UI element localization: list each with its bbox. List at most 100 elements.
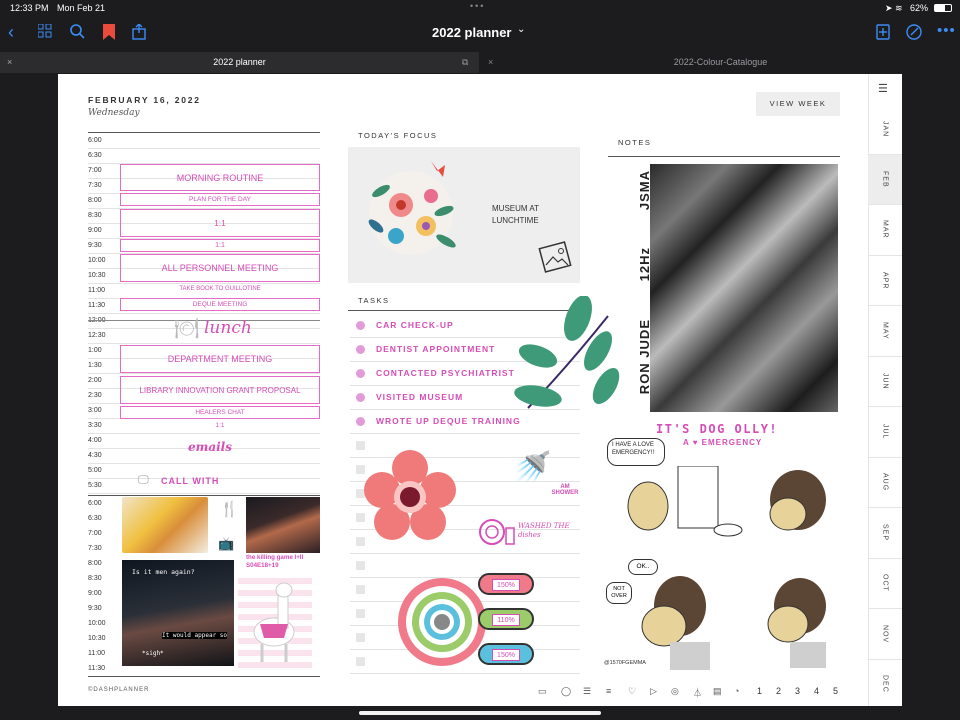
pen-edit-icon[interactable] bbox=[906, 24, 922, 44]
tab-colour-catalogue[interactable]: × 2022-Colour-Catalogue bbox=[481, 52, 960, 73]
close-tab-icon[interactable]: × bbox=[7, 52, 12, 73]
document-title[interactable]: 2022 planner bbox=[432, 25, 512, 40]
task-checkbox[interactable] bbox=[356, 585, 365, 594]
tv-show-photo bbox=[246, 497, 320, 553]
evening-time-label: 10:00 bbox=[88, 620, 106, 627]
time-label: 7:30 bbox=[88, 182, 102, 189]
page-link-5[interactable]: 5 bbox=[833, 686, 838, 696]
video-icon[interactable]: ▷ bbox=[650, 686, 657, 697]
chevron-down-icon[interactable]: ⌄ bbox=[517, 24, 525, 35]
month-tab-feb[interactable]: FEB bbox=[868, 154, 902, 205]
dishes-note: WASHED THE dishes bbox=[518, 522, 570, 540]
month-tab-jun[interactable]: JUN bbox=[868, 357, 902, 407]
event-morning-routine[interactable]: MORNING ROUTINE bbox=[120, 164, 320, 191]
close-tab-icon[interactable]: × bbox=[488, 52, 493, 73]
breakfast-photo bbox=[122, 497, 208, 553]
month-tab-oct[interactable]: OCT bbox=[868, 559, 902, 609]
event-one-on-one-3[interactable]: 1:1 bbox=[120, 422, 320, 429]
evening-time-label: 8:00 bbox=[88, 560, 102, 567]
page-link-2[interactable]: 2 bbox=[776, 686, 781, 696]
page-link-1[interactable]: 1 bbox=[757, 686, 762, 696]
tab-label: 2022 planner bbox=[213, 57, 266, 67]
slot-line bbox=[88, 148, 320, 149]
slot-line bbox=[88, 343, 320, 344]
month-tab-jul[interactable]: JUL bbox=[868, 407, 902, 458]
page-link-4[interactable]: 4 bbox=[814, 686, 819, 696]
planner-page: FEBRUARY 16, 2022 Wednesday VIEW WEEK 6:… bbox=[58, 74, 902, 706]
event-plan-day[interactable]: PLAN FOR THE DAY bbox=[120, 193, 320, 206]
calendar-icon[interactable]: ▤ bbox=[713, 686, 722, 697]
event-personnel-meeting[interactable]: ALL PERSONNEL MEETING bbox=[120, 254, 320, 282]
pink-flower-sticker bbox=[364, 450, 456, 540]
month-tab-mar[interactable]: MAR bbox=[868, 205, 902, 256]
tab-bar: × 2022 planner ⧉ × 2022-Colour-Catalogue bbox=[0, 52, 960, 73]
time-label: 8:30 bbox=[88, 212, 102, 219]
event-one-on-one[interactable]: 1:1 bbox=[120, 209, 320, 237]
event-healers-chat[interactable]: HEALERS CHAT bbox=[120, 406, 320, 419]
evening-time-label: 11:30 bbox=[88, 665, 105, 672]
time-label: 11:30 bbox=[88, 302, 105, 309]
page-link-3[interactable]: 3 bbox=[795, 686, 800, 696]
month-tab-aug[interactable]: AUG bbox=[868, 458, 902, 508]
tab-2022-planner[interactable]: × 2022 planner ⧉ bbox=[0, 52, 479, 73]
task-checkbox[interactable] bbox=[356, 561, 365, 570]
status-date: Mon Feb 21 bbox=[57, 3, 106, 13]
schedule-bottom-rule bbox=[88, 676, 320, 677]
profile-icon[interactable]: ◯ bbox=[561, 686, 571, 697]
evening-time-label: 10:30 bbox=[88, 635, 106, 642]
month-tab-may[interactable]: MAY bbox=[868, 306, 902, 357]
task-checkbox[interactable] bbox=[356, 609, 365, 618]
month-tab-nov[interactable]: NOV bbox=[868, 609, 902, 660]
search-icon[interactable] bbox=[70, 24, 85, 43]
month-tab-apr[interactable]: APR bbox=[868, 256, 902, 306]
image-sticker-icon bbox=[538, 241, 572, 273]
time-label: 10:00 bbox=[88, 257, 106, 264]
progress-percent: 150% bbox=[492, 649, 520, 661]
slot-line bbox=[88, 433, 320, 434]
list-icon[interactable]: ≡ bbox=[606, 686, 611, 696]
task-checkbox[interactable] bbox=[356, 633, 365, 642]
time-label: 10:30 bbox=[88, 272, 106, 279]
split-view-icon[interactable]: ⧉ bbox=[462, 52, 468, 73]
month-tab-jan[interactable]: JAN bbox=[868, 104, 902, 155]
event-grant-proposal[interactable]: LIBRARY INNOVATION GRANT PROPOSAL bbox=[120, 376, 320, 404]
progress-percent: 110% bbox=[492, 614, 520, 626]
time-label: 2:00 bbox=[88, 377, 102, 384]
task-checkbox[interactable] bbox=[356, 657, 365, 666]
month-tab-dec[interactable]: DEC bbox=[868, 660, 902, 707]
share-icon[interactable] bbox=[132, 23, 146, 44]
view-week-button[interactable]: VIEW WEEK bbox=[756, 92, 840, 116]
back-icon[interactable]: ‹ bbox=[8, 22, 14, 43]
event-one-on-one-2[interactable]: 1:1 bbox=[120, 239, 320, 252]
add-page-icon[interactable] bbox=[876, 24, 890, 44]
bookmark-icon[interactable] bbox=[103, 24, 115, 44]
grid-icon[interactable] bbox=[37, 23, 52, 42]
heart-rate-icon[interactable]: ♡ bbox=[628, 686, 636, 697]
task-checkbox[interactable] bbox=[356, 441, 365, 450]
meme-image: Is it men again? It would appear so *sig… bbox=[122, 560, 234, 666]
task-checkbox[interactable] bbox=[356, 321, 365, 330]
task-checkbox[interactable] bbox=[356, 369, 365, 378]
event-department-meeting[interactable]: DEPARTMENT MEETING bbox=[120, 345, 320, 373]
task-checkbox[interactable] bbox=[356, 417, 365, 426]
shower-note: AM SHOWER bbox=[551, 484, 579, 496]
target-icon[interactable]: ◎ bbox=[671, 686, 679, 697]
month-tab-sep[interactable]: SEP bbox=[868, 508, 902, 559]
time-label: 5:30 bbox=[88, 482, 102, 489]
event-guillotine[interactable]: TAKE BOOK TO GUILLOTINE bbox=[120, 286, 320, 292]
moon-icon[interactable]: ◔ bbox=[734, 686, 739, 696]
event-deque-meeting[interactable]: DEQUE MEETING bbox=[120, 298, 320, 311]
flask-icon[interactable]: ⏃ bbox=[693, 686, 702, 699]
evening-divider bbox=[88, 495, 320, 496]
focus-label: TODAY'S FOCUS bbox=[358, 131, 438, 140]
checklist-icon[interactable]: ☰ bbox=[583, 686, 591, 697]
dog-comic-title: IT'S DOG OLLY! bbox=[656, 422, 779, 436]
task-checkbox[interactable] bbox=[356, 345, 365, 354]
time-label: 4:30 bbox=[88, 452, 102, 459]
more-icon[interactable]: ••• bbox=[937, 22, 956, 39]
inbox-icon[interactable]: ▭ bbox=[538, 686, 547, 697]
list-menu-icon[interactable]: ☰ bbox=[878, 82, 888, 95]
focus-text: MUSEUM AT LUNCHTIME bbox=[492, 204, 539, 225]
task-checkbox[interactable] bbox=[356, 393, 365, 402]
multitask-dots-icon[interactable]: ••• bbox=[470, 1, 485, 11]
